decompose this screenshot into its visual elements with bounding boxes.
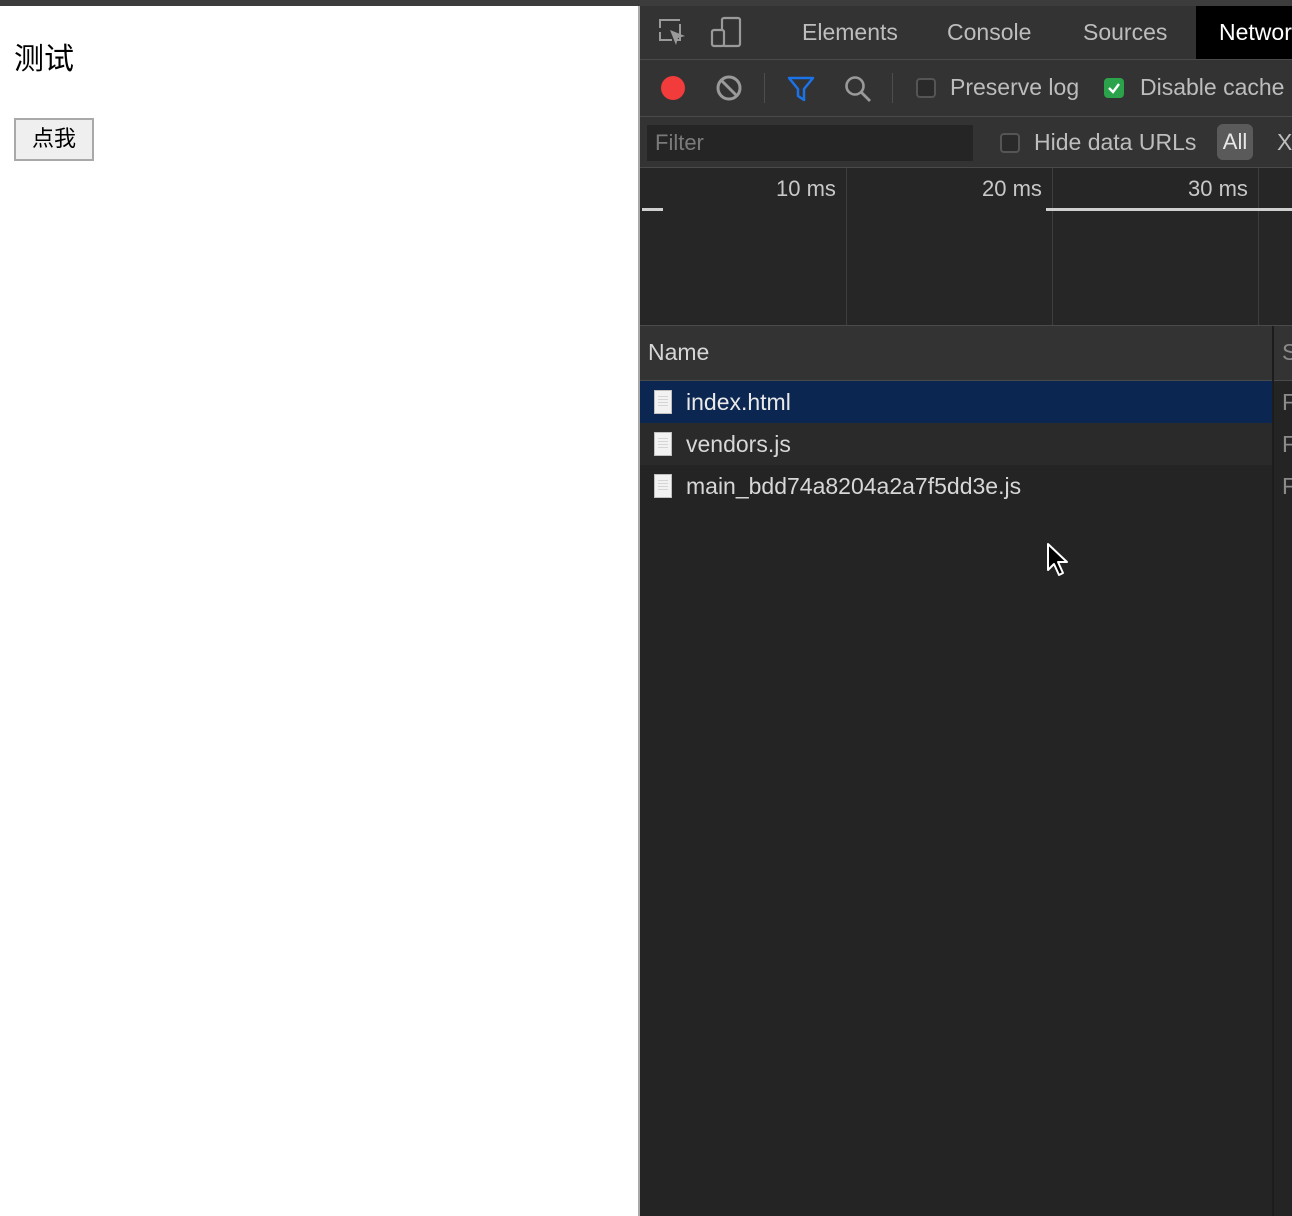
tick-30ms: 30 ms bbox=[1188, 176, 1248, 201]
tick-10ms: 10 ms bbox=[776, 176, 836, 201]
disable-cache-label[interactable]: Disable cache bbox=[1140, 74, 1284, 101]
devtools-tab-bar: Elements Console Sources Network bbox=[640, 6, 1292, 60]
status-cell: F bbox=[1282, 389, 1292, 415]
table-header: Name S bbox=[640, 326, 1292, 381]
timeline-overview[interactable]: 10 ms 20 ms 30 ms bbox=[640, 168, 1292, 326]
filter-all-button[interactable]: All bbox=[1217, 124, 1253, 160]
timeline-bar bbox=[1046, 208, 1292, 211]
disable-cache-checkbox[interactable] bbox=[1104, 78, 1124, 98]
name-column-header[interactable]: Name bbox=[648, 326, 709, 378]
status-cell: F bbox=[1282, 473, 1292, 499]
preserve-log-checkbox[interactable] bbox=[916, 78, 936, 98]
page-viewport: 测试 点我 bbox=[0, 6, 638, 1216]
click-me-button[interactable]: 点我 bbox=[14, 118, 94, 161]
request-list: index.html vendors.js main_bdd74a8204a2a… bbox=[640, 381, 1292, 507]
status-cell: F bbox=[1282, 431, 1292, 457]
network-toolbar: Preserve log Disable cache bbox=[640, 60, 1292, 117]
filter-bar: Hide data URLs All X bbox=[640, 117, 1292, 168]
device-toolbar-icon[interactable] bbox=[710, 16, 744, 54]
document-icon bbox=[654, 432, 672, 456]
request-name: main_bdd74a8204a2a7f5dd3e.js bbox=[686, 473, 1022, 499]
filter-icon[interactable] bbox=[787, 75, 815, 107]
mouse-cursor-icon bbox=[1046, 542, 1072, 582]
tab-elements[interactable]: Elements bbox=[802, 6, 898, 59]
preserve-log-label[interactable]: Preserve log bbox=[950, 74, 1079, 101]
devtools-panel: Elements Console Sources Network Preserv… bbox=[640, 6, 1292, 1216]
filter-xhr-button[interactable]: X bbox=[1277, 129, 1292, 156]
hide-data-urls-label[interactable]: Hide data URLs bbox=[1034, 129, 1196, 156]
page-heading: 测试 bbox=[14, 42, 74, 77]
document-icon bbox=[654, 474, 672, 498]
table-row[interactable]: vendors.js bbox=[640, 423, 1272, 465]
checkmark-icon bbox=[1108, 83, 1120, 94]
inspect-element-icon[interactable] bbox=[658, 18, 688, 52]
status-column-header[interactable]: S bbox=[1282, 326, 1292, 378]
search-icon[interactable] bbox=[843, 74, 873, 108]
clear-icon[interactable] bbox=[715, 74, 743, 106]
tick-20ms: 20 ms bbox=[982, 176, 1042, 201]
filter-input[interactable] bbox=[647, 125, 973, 161]
table-row[interactable]: index.html bbox=[640, 381, 1272, 423]
timeline-bar bbox=[642, 208, 663, 211]
request-name: index.html bbox=[686, 389, 791, 415]
document-icon bbox=[654, 390, 672, 414]
hide-data-urls-checkbox[interactable] bbox=[1000, 133, 1020, 153]
tab-console[interactable]: Console bbox=[947, 6, 1031, 59]
request-name: vendors.js bbox=[686, 431, 791, 457]
table-row[interactable]: main_bdd74a8204a2a7f5dd3e.js bbox=[640, 465, 1272, 507]
record-icon[interactable] bbox=[659, 74, 687, 106]
tab-sources[interactable]: Sources bbox=[1083, 6, 1167, 59]
tab-network[interactable]: Network bbox=[1196, 6, 1292, 59]
